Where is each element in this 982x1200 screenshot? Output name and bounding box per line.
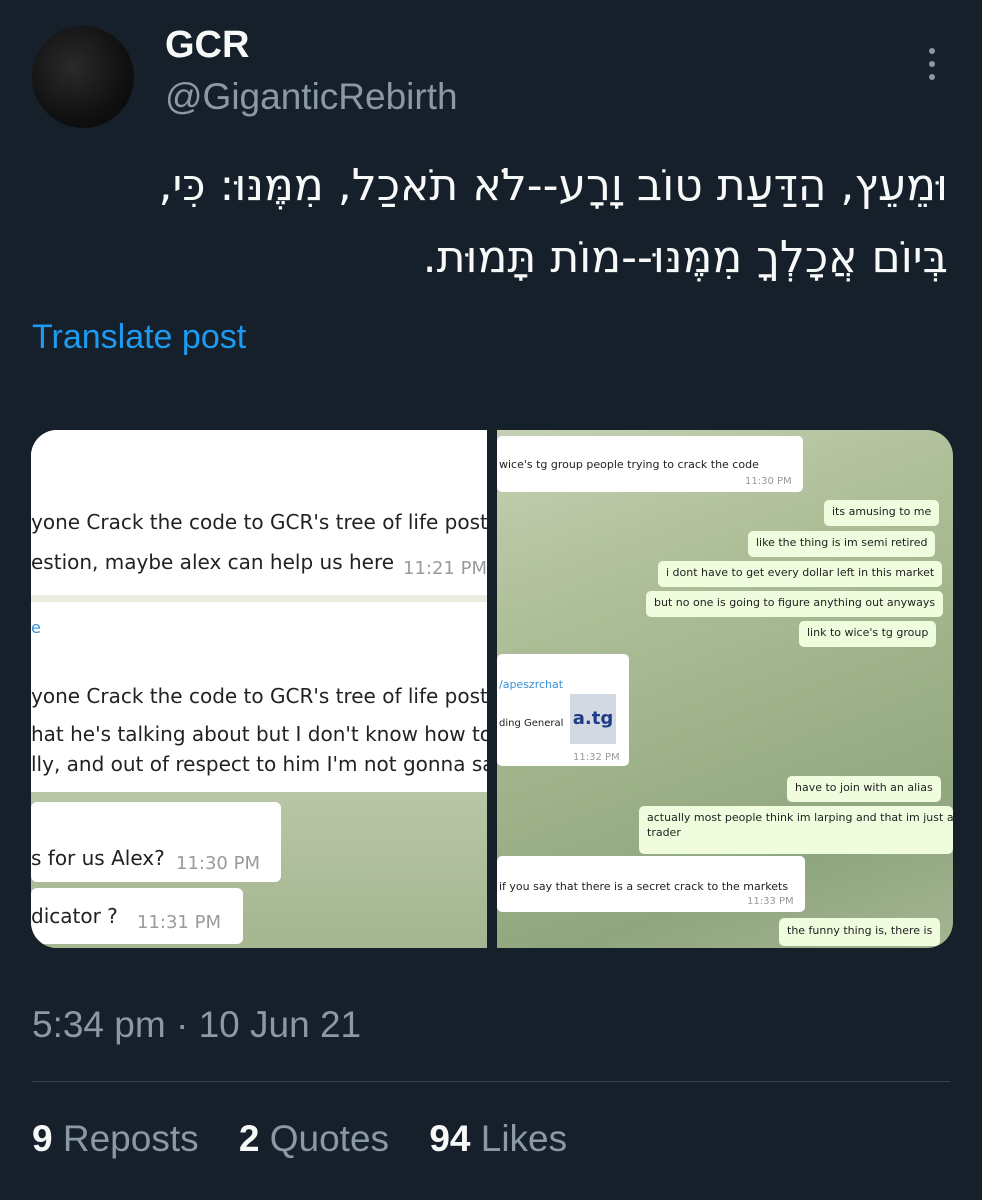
quotes-label: Quotes	[269, 1118, 390, 1159]
chat-message-own: link to wice's tg group	[799, 621, 937, 647]
more-options-icon[interactable]	[924, 48, 940, 88]
post-text-line-1: וּמֵעֵץ, הַדַּעַת טוֹב וָרָע--לֹא תֹאכַל…	[158, 160, 948, 211]
chat-time: 11:30 PM	[176, 853, 260, 874]
author-name[interactable]: GCR	[165, 24, 249, 67]
chat-text: wice's tg group people trying to crack t…	[499, 458, 759, 471]
divider	[32, 1081, 950, 1082]
chat-time: 11:30 PM	[745, 476, 792, 487]
chat-message-own: have to join with an alias	[787, 776, 941, 802]
link-url[interactable]: /apeszrchat	[499, 678, 563, 691]
chat-message-own: i dont have to get every dollar left in …	[658, 561, 943, 587]
media-image-left[interactable]: yone Crack the code to GCR's tree of lif…	[31, 430, 487, 948]
likes-label: Likes	[480, 1118, 568, 1159]
chat-text: dicator ?	[31, 904, 118, 928]
post-text: וּמֵעֵץ, הַדַּעַת טוֹב וָרָע--לֹא תֹאכַל…	[28, 150, 948, 294]
chat-message: if you say that there is a secret crack …	[497, 856, 805, 912]
media-image-right[interactable]: wice's tg group people trying to crack t…	[497, 430, 953, 948]
chat-message-own: but no one is going to figure anything o…	[646, 591, 944, 617]
chat-message-own: the funny thing is, there is	[779, 918, 941, 946]
chat-message-own: actually most people think im larping an…	[639, 806, 953, 854]
chat-message: dicator ? 11:31 PM	[31, 888, 243, 944]
chat-message: yone Crack the code to GCR's tree of lif…	[31, 430, 487, 595]
chat-text: yone Crack the code to GCR's tree of lif…	[31, 510, 487, 534]
chat-text: trader	[647, 826, 681, 839]
reposts-count: 9	[32, 1118, 53, 1159]
chat-message: e yone Crack the code to GCR's tree of l…	[31, 602, 487, 792]
chat-text: estion, maybe alex can help us here	[31, 550, 395, 574]
engagement-stats: 9 Reposts 2 Quotes 94 Likes	[32, 1118, 597, 1160]
quotes-stat[interactable]: 2 Quotes	[239, 1118, 389, 1160]
chat-text: hat he's talking about but I don't know …	[31, 722, 487, 746]
chat-message: s for us Alex? 11:30 PM	[31, 802, 281, 882]
chat-message: wice's tg group people trying to crack t…	[497, 436, 803, 492]
chat-message-own: like the thing is im semi retired	[748, 531, 936, 557]
chat-time: 11:33 PM	[747, 896, 794, 907]
chat-text: yone Crack the code to GCR's tree of lif…	[31, 684, 487, 708]
chat-message-own: its amusing to me	[824, 500, 940, 526]
chat-text: lly, and out of respect to him I'm not g…	[31, 752, 487, 776]
likes-stat[interactable]: 94 Likes	[429, 1118, 567, 1160]
post-text-line-2: בְּיוֹם אֲכָלְךָ מִמֶּנּוּ--מוֹת תָּמוּת…	[422, 232, 948, 283]
author-handle[interactable]: @GiganticRebirth	[165, 76, 458, 118]
link-title: ding General	[499, 718, 564, 729]
quotes-count: 2	[238, 1118, 260, 1159]
chat-time: 11:21 PM	[403, 558, 487, 579]
avatar[interactable]	[32, 26, 134, 128]
chat-time: 11:31 PM	[137, 912, 221, 933]
chat-text: if you say that there is a secret crack …	[499, 880, 789, 893]
post-media[interactable]: yone Crack the code to GCR's tree of lif…	[31, 430, 953, 948]
chat-text: actually most people think im larping an…	[647, 811, 953, 824]
chat-sender-mark: e	[31, 618, 41, 637]
reposts-stat[interactable]: 9 Reposts	[32, 1118, 199, 1160]
likes-count: 94	[429, 1118, 471, 1159]
chat-time: 11:32 PM	[573, 752, 620, 763]
translate-post-link[interactable]: Translate post	[32, 318, 246, 357]
reposts-label: Reposts	[62, 1118, 199, 1159]
post-timestamp[interactable]: 5:34 pm · 10 Jun 21	[32, 1004, 361, 1046]
link-thumbnail: a.tg	[570, 694, 616, 744]
chat-text: s for us Alex?	[31, 846, 165, 870]
